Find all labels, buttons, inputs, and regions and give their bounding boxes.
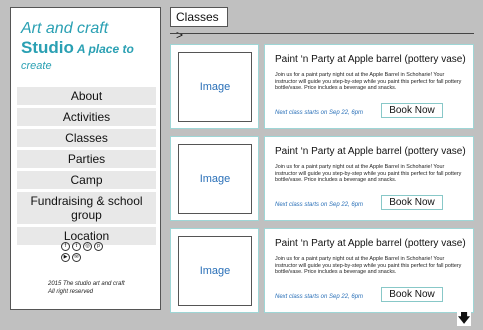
card-info: Paint ‘n Party at Apple barrel (pottery …	[264, 228, 474, 313]
brand-tagline-2: create	[21, 60, 52, 72]
card-image[interactable]: Image	[178, 52, 252, 122]
card-image-frame: Image	[170, 44, 259, 129]
card-title[interactable]: Paint ‘n Party at Apple barrel (pottery …	[275, 54, 466, 65]
youtube-icon[interactable]: ▶	[61, 253, 70, 262]
class-card: Image Paint ‘n Party at Apple barrel (po…	[170, 228, 474, 313]
nav-item-activities[interactable]: Activities	[17, 108, 156, 126]
card-title[interactable]: Paint ‘n Party at Apple barrel (pottery …	[275, 146, 466, 157]
card-image[interactable]: Image	[178, 236, 252, 306]
sidebar-nav: About Activities Classes Parties Camp Fu…	[17, 87, 156, 248]
pinterest-icon[interactable]: p	[94, 242, 103, 251]
divider	[170, 33, 474, 34]
card-info: Paint ‘n Party at Apple barrel (pottery …	[264, 136, 474, 221]
sidebar: Art and craft Studio A place to create Ab…	[10, 7, 161, 310]
brand-tagline: A place to	[76, 42, 134, 56]
card-title[interactable]: Paint ‘n Party at Apple barrel (pottery …	[275, 238, 466, 249]
card-info: Paint ‘n Party at Apple barrel (pottery …	[264, 44, 474, 129]
card-next-class: Next class starts on Sep 22, 6pm	[275, 202, 364, 208]
twitter-icon[interactable]: t	[72, 242, 81, 251]
brand-title: Art and craft	[21, 20, 109, 37]
footer-copyright: 2015 The studio art and craft	[48, 281, 125, 287]
email-icon[interactable]: ✉	[72, 253, 81, 262]
book-now-button[interactable]: Book Now	[381, 287, 443, 302]
class-card: Image Paint ‘n Party at Apple barrel (po…	[170, 136, 474, 221]
breadcrumb[interactable]: Classes >	[170, 7, 228, 42]
card-image[interactable]: Image	[178, 144, 252, 214]
brand-studio: Studio	[21, 38, 74, 57]
card-description: Join us for a paint party night out at t…	[275, 164, 462, 183]
card-description: Join us for a paint party night out at t…	[275, 72, 462, 91]
footer-rights: All right reserved	[48, 289, 94, 295]
book-now-button[interactable]: Book Now	[381, 195, 443, 210]
nav-item-parties[interactable]: Parties	[17, 150, 156, 168]
book-now-button[interactable]: Book Now	[381, 103, 443, 118]
instagram-icon[interactable]: ◎	[83, 242, 92, 251]
footer: 2015 The studio art and craft All right …	[48, 280, 158, 296]
social-links: f t ◎ p ▶ ✉	[61, 242, 105, 262]
card-next-class: Next class starts on Sep 22, 6pm	[275, 294, 364, 300]
card-image-frame: Image	[170, 136, 259, 221]
down-arrow-icon[interactable]: 🡇	[457, 311, 471, 326]
facebook-icon[interactable]: f	[61, 242, 70, 251]
nav-item-about[interactable]: About	[17, 87, 156, 105]
class-card: Image Paint ‘n Party at Apple barrel (po…	[170, 44, 474, 129]
nav-item-camp[interactable]: Camp	[17, 171, 156, 189]
card-image-frame: Image	[170, 228, 259, 313]
nav-item-classes[interactable]: Classes	[17, 129, 156, 147]
card-next-class: Next class starts on Sep 22, 6pm	[275, 110, 364, 116]
nav-item-fundraising[interactable]: Fundraising & school group	[17, 192, 156, 224]
brand-subtitle: Studio A place to create	[21, 38, 156, 74]
card-description: Join us for a paint party night out at t…	[275, 256, 462, 275]
